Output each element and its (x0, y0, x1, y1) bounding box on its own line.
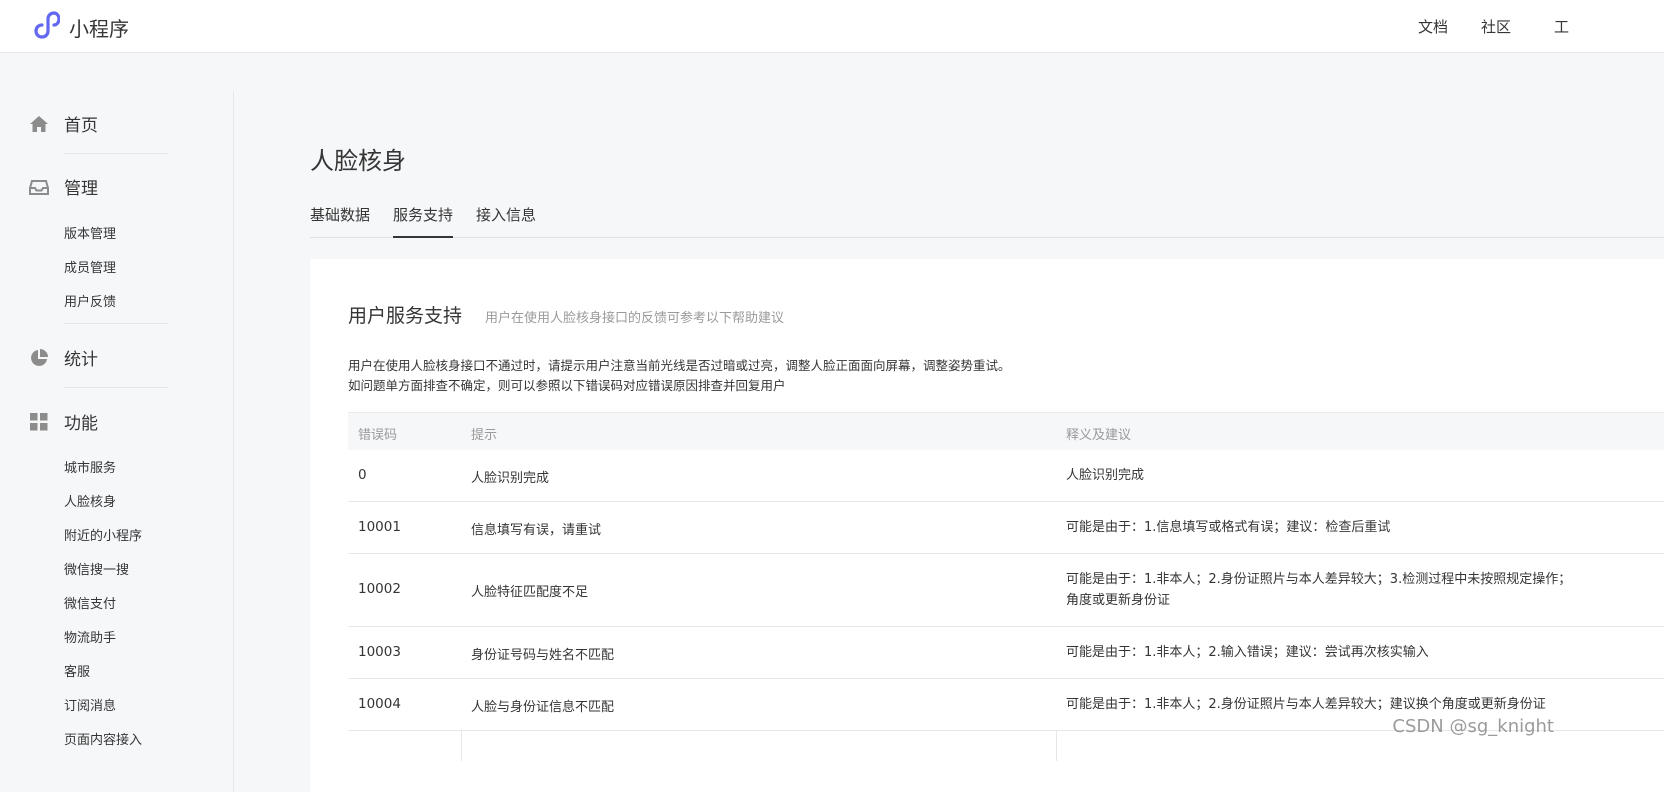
error-advice: 可能是由于：1.非本人；2.身份证照片与本人差异较大；建议换个角度或更新身份证 (1066, 697, 1546, 712)
tab-bar: 基础数据 服务支持 接入信息 (310, 190, 1664, 238)
error-advice: 可能是由于：1.非本人；2.输入错误；建议：尝试再次核实输入 (1066, 645, 1429, 660)
divider (64, 387, 168, 388)
column-header-advice: 释义及建议 (1066, 428, 1132, 443)
intro-line: 用户在使用人脸核身接口不通过时，请提示用户注意当前光线是否过暗或过亮，调整人脸正… (348, 358, 1011, 373)
sidebar-item-label: 统计 (64, 350, 98, 370)
divider (64, 153, 168, 154)
error-code: 10003 (358, 644, 401, 660)
tab-service-support[interactable]: 服务支持 (393, 204, 454, 238)
column-header-code: 错误码 (358, 428, 398, 443)
sidebar: 首页 管理 版本管理 成员管理 用户反馈 统计 功能 城市服务 人脸核身 附近的… (0, 91, 234, 792)
watermark: CSDN @sg_knight (1392, 716, 1554, 737)
table-row: 10002 人脸特征匹配度不足 可能是由于：1.非本人；2.身份证照片与本人差异… (348, 554, 1664, 627)
grid-icon (28, 411, 50, 433)
error-tip: 人脸与身份证信息不匹配 (471, 700, 615, 715)
nav-link-community[interactable]: 社区 (1481, 16, 1511, 37)
column-header-tip: 提示 (471, 428, 498, 443)
logo[interactable]: 小程序 (30, 10, 129, 44)
divider (64, 323, 168, 324)
error-code: 10002 (358, 581, 401, 597)
table-header: 错误码 提示 释义及建议 (348, 412, 1664, 450)
error-advice-line: 角度或更新身份证 (1066, 593, 1171, 608)
sidebar-item-label: 功能 (64, 414, 98, 434)
sidebar-item-customer-service[interactable]: 客服 (64, 661, 90, 680)
error-tip: 人脸识别完成 (471, 471, 550, 486)
sidebar-item-city-service[interactable]: 城市服务 (64, 457, 116, 476)
column-divider (461, 731, 462, 761)
home-icon (28, 113, 50, 135)
miniprogram-logo-icon (30, 10, 61, 44)
sidebar-item-wechat-pay[interactable]: 微信支付 (64, 593, 116, 612)
error-advice: 可能是由于：1.非本人；2.身份证照片与本人差异较大；3.检测过程中未按照规定操… (1066, 569, 1571, 611)
sidebar-item-features[interactable]: 功能 (28, 409, 98, 434)
intro-text: 用户在使用人脸核身接口不通过时，请提示用户注意当前光线是否过暗或过亮，调整人脸正… (348, 356, 1011, 396)
error-code: 10001 (358, 519, 401, 535)
error-advice-line: 可能是由于：1.非本人；2.身份证照片与本人差异较大；3.检测过程中未按照规定操… (1066, 572, 1572, 587)
table-row: 0 人脸识别完成 人脸识别完成 (348, 450, 1664, 502)
error-code: 10004 (358, 696, 401, 712)
intro-line: 如问题单方面排查不确定，则可以参照以下错误码对应错误原因排查并回复用户 (348, 378, 786, 393)
service-support-card: 用户服务支持 用户在使用人脸核身接口的反馈可参考以下帮助建议 用户在使用人脸核身… (310, 259, 1664, 792)
page-title: 人脸核身 (310, 147, 406, 175)
error-advice: 人脸识别完成 (1066, 468, 1145, 483)
error-tip: 人脸特征匹配度不足 (471, 585, 589, 600)
sidebar-item-logistics[interactable]: 物流助手 (64, 627, 116, 646)
tab-access-info[interactable]: 接入信息 (476, 204, 536, 225)
sidebar-item-subscribe[interactable]: 订阅消息 (64, 695, 116, 714)
error-code: 0 (358, 467, 367, 483)
sidebar-item-wechat-search[interactable]: 微信搜一搜 (64, 559, 129, 578)
nav-link-tools[interactable]: 工 (1554, 16, 1569, 37)
table-row: 10001 信息填写有误，请重试 可能是由于：1.信息填写或格式有误；建议：检查… (348, 502, 1664, 554)
error-tip: 信息填写有误，请重试 (471, 523, 602, 538)
card-description: 用户在使用人脸核身接口的反馈可参考以下帮助建议 (485, 311, 785, 326)
error-code-table: 错误码 提示 释义及建议 0 人脸识别完成 人脸识别完成 10001 信息填写有… (348, 412, 1664, 761)
sidebar-item-manage[interactable]: 管理 (28, 174, 98, 199)
sidebar-item-page-content[interactable]: 页面内容接入 (64, 729, 142, 748)
nav-link-docs[interactable]: 文档 (1418, 16, 1448, 37)
sidebar-item-home[interactable]: 首页 (28, 111, 98, 136)
inbox-icon (28, 176, 50, 198)
sidebar-item-face-verify[interactable]: 人脸核身 (64, 491, 116, 510)
sidebar-item-feedback[interactable]: 用户反馈 (64, 291, 116, 310)
sidebar-item-members[interactable]: 成员管理 (64, 257, 116, 276)
tab-basic-data[interactable]: 基础数据 (310, 204, 370, 225)
column-divider (1056, 731, 1057, 761)
app-name: 小程序 (69, 16, 129, 41)
sidebar-item-label: 首页 (64, 116, 98, 136)
sidebar-item-nearby[interactable]: 附近的小程序 (64, 525, 142, 544)
error-advice: 可能是由于：1.信息填写或格式有误；建议：检查后重试 (1066, 520, 1391, 535)
sidebar-item-stats[interactable]: 统计 (28, 345, 98, 370)
sidebar-item-version[interactable]: 版本管理 (64, 223, 116, 242)
error-tip: 身份证号码与姓名不匹配 (471, 648, 615, 663)
card-title: 用户服务支持 (348, 305, 463, 327)
top-bar: 小程序 文档 社区 工 (0, 0, 1664, 53)
table-row: 10003 身份证号码与姓名不匹配 可能是由于：1.非本人；2.输入错误；建议：… (348, 627, 1664, 679)
sidebar-item-label: 管理 (64, 179, 98, 199)
pie-chart-icon (28, 347, 50, 369)
